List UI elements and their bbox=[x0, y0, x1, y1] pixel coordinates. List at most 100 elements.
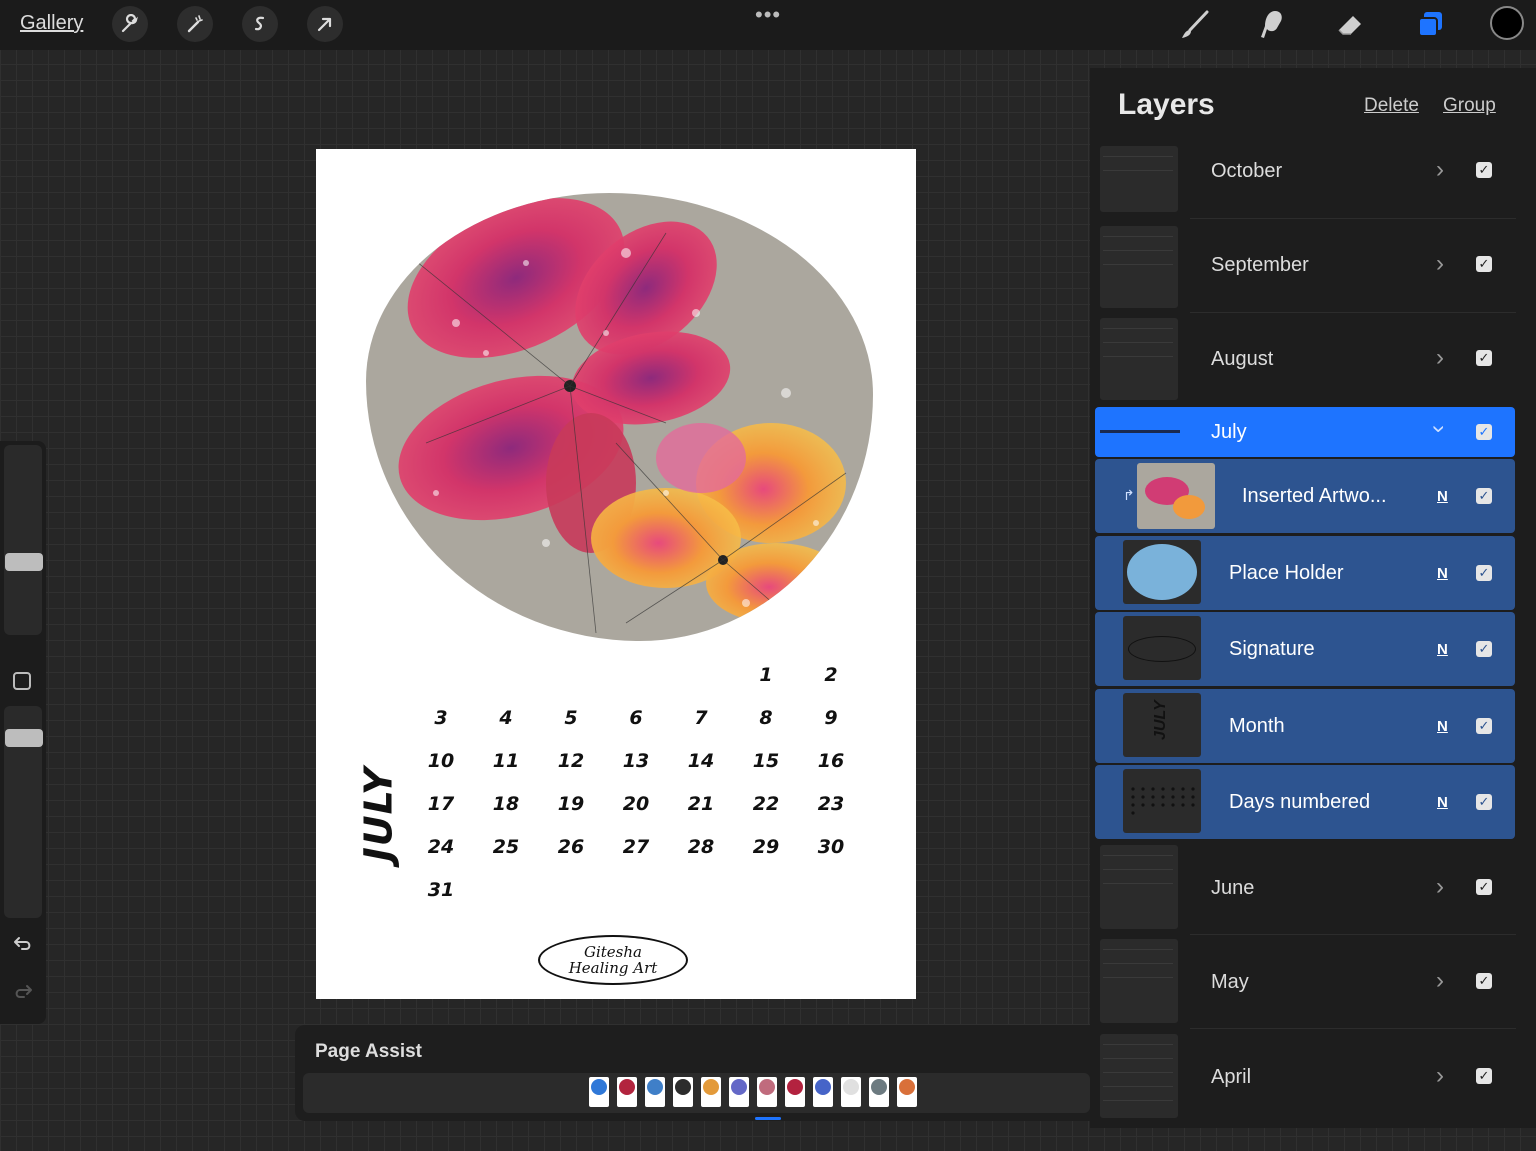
chevron-right-icon[interactable]: › bbox=[1436, 967, 1444, 995]
more-options-icon[interactable]: ••• bbox=[755, 2, 781, 28]
blend-mode-button[interactable]: N bbox=[1437, 565, 1448, 582]
magic-wand-icon[interactable] bbox=[177, 6, 213, 42]
calendar-day: 13 bbox=[622, 750, 650, 772]
visibility-checkbox[interactable]: ✓ bbox=[1476, 488, 1492, 504]
visibility-checkbox[interactable]: ✓ bbox=[1476, 641, 1492, 657]
inserted-artwork bbox=[366, 193, 873, 641]
wrench-icon[interactable] bbox=[112, 6, 148, 42]
calendar-day: 23 bbox=[817, 793, 845, 815]
page-thumbnail[interactable] bbox=[757, 1077, 777, 1107]
layer-signature[interactable]: Signature N ✓ bbox=[1095, 612, 1515, 686]
calendar-day: 5 bbox=[564, 707, 578, 729]
group-button[interactable]: Group bbox=[1443, 95, 1496, 117]
layers-icon[interactable] bbox=[1410, 8, 1450, 42]
page-thumbnail[interactable] bbox=[589, 1077, 609, 1107]
group-thumbnail bbox=[1100, 1034, 1178, 1118]
chevron-right-icon[interactable]: › bbox=[1436, 873, 1444, 901]
calendar-day: 28 bbox=[687, 836, 715, 858]
chevron-right-icon[interactable]: › bbox=[1436, 156, 1444, 184]
smudge-icon[interactable] bbox=[1252, 8, 1292, 42]
layer-group-june[interactable]: June › ✓ bbox=[1096, 843, 1516, 933]
page-thumbnail[interactable] bbox=[701, 1077, 721, 1107]
visibility-checkbox[interactable]: ✓ bbox=[1476, 424, 1492, 440]
layer-inserted-artwork[interactable]: ↱ Inserted Artwo... N ✓ bbox=[1095, 459, 1515, 533]
page-thumbnail[interactable] bbox=[785, 1077, 805, 1107]
layer-thumbnail bbox=[1123, 540, 1201, 604]
layer-group-september[interactable]: September › ✓ bbox=[1096, 222, 1516, 312]
group-thumbnail bbox=[1100, 845, 1178, 929]
calendar-day: 2 bbox=[824, 664, 838, 686]
left-sidebar bbox=[0, 441, 46, 1024]
gallery-button[interactable]: Gallery bbox=[20, 12, 83, 35]
calendar-day: 9 bbox=[824, 707, 838, 729]
calendar-day: 11 bbox=[492, 750, 520, 772]
calendar-day: 7 bbox=[694, 707, 708, 729]
calendar-day: 3 bbox=[434, 707, 448, 729]
layers-title: Layers bbox=[1118, 88, 1215, 121]
calendar-day: 4 bbox=[499, 707, 513, 729]
page-thumbnail[interactable] bbox=[869, 1077, 889, 1107]
calendar-day: 14 bbox=[687, 750, 715, 772]
visibility-checkbox[interactable]: ✓ bbox=[1476, 718, 1492, 734]
page-thumbnail[interactable] bbox=[673, 1077, 693, 1107]
page-thumbnail-strip[interactable] bbox=[303, 1073, 1090, 1113]
blend-mode-button[interactable]: N bbox=[1437, 488, 1448, 505]
group-thumbnail bbox=[1100, 430, 1180, 433]
chevron-down-icon[interactable]: › bbox=[1425, 425, 1453, 433]
page-thumbnail[interactable] bbox=[813, 1077, 833, 1107]
layer-month[interactable]: JULY Month N ✓ bbox=[1095, 689, 1515, 763]
layer-group-july[interactable]: July › ✓ bbox=[1095, 407, 1515, 457]
page-thumbnail[interactable] bbox=[897, 1077, 917, 1107]
calendar-day: 1 bbox=[759, 664, 773, 686]
calendar-day: 29 bbox=[752, 836, 780, 858]
layer-group-october[interactable]: October › ✓ bbox=[1096, 142, 1516, 222]
layer-thumbnail bbox=[1123, 769, 1201, 833]
calendar-day: 18 bbox=[492, 793, 520, 815]
page-assist-title: Page Assist bbox=[315, 1041, 423, 1062]
brush-size-slider[interactable] bbox=[4, 445, 42, 635]
layer-group-august[interactable]: August › ✓ bbox=[1096, 316, 1516, 404]
eraser-icon[interactable] bbox=[1330, 8, 1370, 42]
selection-icon[interactable] bbox=[242, 6, 278, 42]
opacity-handle[interactable] bbox=[5, 729, 43, 747]
color-picker-swatch[interactable] bbox=[1490, 6, 1524, 40]
page-thumbnail[interactable] bbox=[729, 1077, 749, 1107]
visibility-checkbox[interactable]: ✓ bbox=[1476, 162, 1492, 178]
calendar-day: 17 bbox=[427, 793, 455, 815]
layer-days-numbered[interactable]: Days numbered N ✓ bbox=[1095, 765, 1515, 839]
redo-icon[interactable] bbox=[12, 981, 34, 1008]
layer-place-holder[interactable]: Place Holder N ✓ bbox=[1095, 536, 1515, 610]
visibility-checkbox[interactable]: ✓ bbox=[1476, 565, 1492, 581]
calendar-day: 24 bbox=[427, 836, 455, 858]
delete-button[interactable]: Delete bbox=[1364, 95, 1419, 117]
visibility-checkbox[interactable]: ✓ bbox=[1476, 973, 1492, 989]
calendar-day: 12 bbox=[557, 750, 585, 772]
calendar-day: 10 bbox=[427, 750, 455, 772]
layer-group-april[interactable]: April › ✓ bbox=[1096, 1032, 1516, 1122]
undo-icon[interactable] bbox=[12, 933, 34, 960]
visibility-checkbox[interactable]: ✓ bbox=[1476, 350, 1492, 366]
brush-size-handle[interactable] bbox=[5, 553, 43, 571]
blend-mode-button[interactable]: N bbox=[1437, 718, 1448, 735]
visibility-checkbox[interactable]: ✓ bbox=[1476, 794, 1492, 810]
calendar-day: 22 bbox=[752, 793, 780, 815]
chevron-right-icon[interactable]: › bbox=[1436, 1062, 1444, 1090]
calendar-day: 31 bbox=[427, 879, 455, 901]
layer-group-may[interactable]: May › ✓ bbox=[1096, 937, 1516, 1027]
transform-arrow-icon[interactable] bbox=[307, 6, 343, 42]
page-thumbnail[interactable] bbox=[645, 1077, 665, 1107]
chevron-right-icon[interactable]: › bbox=[1436, 344, 1444, 372]
visibility-checkbox[interactable]: ✓ bbox=[1476, 1068, 1492, 1084]
visibility-checkbox[interactable]: ✓ bbox=[1476, 879, 1492, 895]
group-thumbnail bbox=[1100, 939, 1178, 1023]
chevron-right-icon[interactable]: › bbox=[1436, 250, 1444, 278]
blend-mode-button[interactable]: N bbox=[1437, 641, 1448, 658]
modify-button[interactable] bbox=[13, 672, 31, 690]
brush-icon[interactable] bbox=[1175, 8, 1215, 42]
blend-mode-button[interactable]: N bbox=[1437, 794, 1448, 811]
page-thumbnail[interactable] bbox=[617, 1077, 637, 1107]
page-thumbnail[interactable] bbox=[841, 1077, 861, 1107]
visibility-checkbox[interactable]: ✓ bbox=[1476, 256, 1492, 272]
artwork-canvas[interactable]: JULY 1 2 3 4 5 6 7 8 9 10 11 12 13 14 15 16 17 18 19 20 21 22… bbox=[316, 149, 916, 999]
calendar-day: 20 bbox=[622, 793, 650, 815]
